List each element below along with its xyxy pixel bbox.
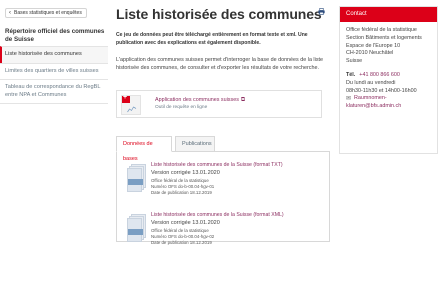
email-link-continued[interactable]: klaturen@bfs.admin.ch xyxy=(346,103,438,111)
tab-publications[interactable]: Publications xyxy=(175,136,215,152)
sidebar: ‹ Bases statistiques et enquêtes Réperto… xyxy=(0,0,108,282)
app-teaser[interactable]: Application des communes suisses⧉ Outil … xyxy=(116,90,322,118)
phone-link[interactable]: +41 800 866 600 xyxy=(359,72,400,80)
swiss-cross-icon xyxy=(122,94,130,103)
external-link-icon: ⧉ xyxy=(240,97,246,103)
sidebar-title: Répertoire officiel des communes de Suis… xyxy=(5,28,105,43)
app-thumbnail xyxy=(121,94,141,115)
contact-address-line: Office fédéral de la statistique xyxy=(346,27,417,33)
document-link[interactable]: Liste historisée des communes de la Suis… xyxy=(151,212,284,218)
description-text: L'application des communes suisses perme… xyxy=(116,57,324,71)
email-address-part2: klaturen@bfs.admin.ch xyxy=(346,103,402,110)
contact-header: Contact xyxy=(340,7,437,22)
document-publisher: Office fédéral de la statistique xyxy=(151,228,209,233)
document-date: Date de publication 18.12.2019 xyxy=(151,240,212,245)
envelope-icon: ✉ xyxy=(346,96,352,103)
chart-icon xyxy=(127,106,137,113)
email-address-part1: Raumnomen- xyxy=(354,95,387,102)
contact-address-line: Espace de l'Europe 10 xyxy=(346,42,401,49)
document-date: Date de publication 18.12.2019 xyxy=(151,190,212,195)
app-link[interactable]: Application des communes suisses ⧉ xyxy=(155,97,245,104)
tab-panel: Liste historisée des communes de la Suis… xyxy=(116,151,330,245)
document-version: Version corrigée 13.01.2020 xyxy=(151,170,220,176)
document-icon xyxy=(127,214,147,242)
app-subtitle: Outil de requête en ligne xyxy=(155,105,208,110)
page-title: Liste historisée des communes xyxy=(116,6,322,22)
document-item: Liste historisée des communes de la Suis… xyxy=(125,212,325,252)
contact-address-line: Suisse xyxy=(346,58,363,65)
chevron-left-icon: ‹ xyxy=(9,9,11,16)
document-order-number: Numéro OFS do-b-00.04-hgv-02 xyxy=(151,234,215,239)
document-icon xyxy=(127,164,147,192)
print-icon[interactable] xyxy=(318,8,325,15)
tab-donnees-de-bases[interactable]: Données de bases xyxy=(116,136,172,162)
contact-address-line: Section Bâtiments et logements xyxy=(346,34,422,41)
contact-phone-row: Tél. +41 800 866 600 xyxy=(346,72,438,80)
document-link[interactable]: Liste historisée des communes de la Suis… xyxy=(151,162,283,168)
contact-body: Office fédéral de la statistique Section… xyxy=(346,27,438,111)
sidebar-item-liste-historisee[interactable]: Liste historisée des communes xyxy=(0,46,108,63)
sidebar-nav: Liste historisée des communes Limites de… xyxy=(0,46,108,104)
intro-text: Ce jeu de données peut être téléchargé e… xyxy=(116,32,308,46)
contact-address-line: CH-2010 Neuchâtel xyxy=(346,50,394,57)
tab-bar: Données de bases Publications xyxy=(116,136,330,162)
email-link[interactable]: ✉ Raumnomen- xyxy=(346,95,438,103)
document-item: Liste historisée des communes de la Suis… xyxy=(125,162,325,202)
app-link-label: Application des communes suisses xyxy=(155,97,239,103)
document-version: Version corrigée 13.01.2020 xyxy=(151,220,220,226)
contact-hours: 08h30-11h30 et 14h00-16h00 xyxy=(346,87,417,94)
sidebar-item-limites-quartiers[interactable]: Limites des quartiers de villes suisses xyxy=(0,62,108,80)
contact-box: Contact Office fédéral de la statistique… xyxy=(339,6,438,154)
back-button[interactable]: ‹ Bases statistiques et enquêtes xyxy=(5,8,87,18)
contact-hours: Du lundi au vendredi xyxy=(346,79,396,86)
sidebar-item-tableau-correspondance[interactable]: Tableau de correspondance du RegBL entre… xyxy=(0,79,108,104)
document-publisher: Office fédéral de la statistique xyxy=(151,178,209,183)
document-order-number: Numéro OFS do-b-00.04-hgv-01 xyxy=(151,184,215,189)
phone-label: Tél. xyxy=(346,71,356,78)
back-label: Bases statistiques et enquêtes xyxy=(14,10,82,16)
